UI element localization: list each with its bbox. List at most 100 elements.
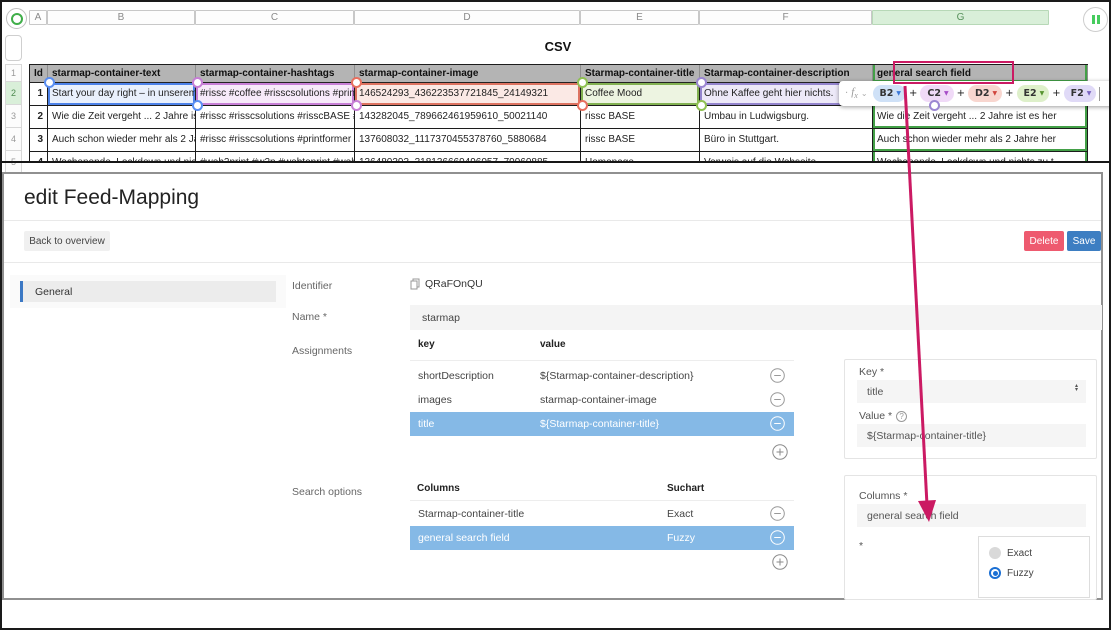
- token-dropdown-icon[interactable]: ▼: [944, 91, 949, 97]
- radio-option-exact[interactable]: Exact: [989, 547, 1032, 559]
- selection-handle-icon[interactable]: [577, 100, 588, 111]
- suchart-radio-group: Exact Fuzzy: [978, 536, 1090, 598]
- cell-description-row3[interactable]: Büro in Stuttgart.: [700, 129, 873, 152]
- formula-token-B2[interactable]: B2▼: [873, 85, 906, 102]
- cell-image-row1[interactable]: 146524293_436223537721845_24149321: [355, 83, 581, 106]
- selection-handle-icon[interactable]: [192, 100, 203, 111]
- key-label: Key *: [859, 366, 884, 378]
- cell-id-row3[interactable]: 3: [30, 129, 48, 152]
- name-field[interactable]: starmap: [410, 305, 1102, 330]
- radio-option-fuzzy[interactable]: Fuzzy: [989, 567, 1034, 579]
- feed-mapping-panel: edit Feed-Mapping Back to overview Delet…: [2, 172, 1103, 600]
- cell-image-row2[interactable]: 143282045_789662461959610_50021140: [355, 106, 581, 129]
- cell-image-row3[interactable]: 137608032_1117370455378760_5880684: [355, 129, 581, 152]
- column-header-hashtags[interactable]: starmap-container-hashtags: [196, 65, 355, 83]
- section-divider: [2, 161, 1111, 163]
- cell-title-row1[interactable]: Coffee Mood: [581, 83, 700, 106]
- divider: [4, 262, 1101, 263]
- table-row[interactable]: shortDescription${Starmap-container-desc…: [410, 364, 794, 388]
- help-icon[interactable]: ?: [896, 411, 907, 422]
- selection-handle-icon[interactable]: [696, 100, 707, 111]
- column-letter-F[interactable]: F: [699, 10, 872, 25]
- row-number-2[interactable]: 2: [5, 82, 22, 105]
- radio-icon[interactable]: [989, 567, 1001, 579]
- cell-description-row2[interactable]: Umbau in Ludwigsburg.: [700, 106, 873, 129]
- add-search-option-button[interactable]: [772, 554, 788, 570]
- name-label: Name *: [292, 311, 327, 323]
- save-button[interactable]: Save: [1067, 231, 1101, 251]
- remove-row-button[interactable]: [770, 416, 785, 431]
- cell-title-row2[interactable]: rissc BASE: [581, 106, 700, 129]
- cell-text-row3[interactable]: Auch schon wieder mehr als 2 Jah: [48, 129, 196, 152]
- column-letter-C[interactable]: C: [195, 10, 354, 25]
- column-letter-B[interactable]: B: [47, 10, 195, 25]
- search-detail-card: Columns * general search field * ExactFu…: [844, 475, 1097, 600]
- divider: [4, 220, 1101, 221]
- remove-row-button[interactable]: [770, 506, 785, 521]
- value-field[interactable]: ${Starmap-container-title}: [857, 424, 1086, 447]
- cell-hashtags-row3[interactable]: #rissc #risscsolutions #printformer #p: [196, 129, 355, 152]
- column-letter-E[interactable]: E: [580, 10, 699, 25]
- formula-token-C2[interactable]: C2▼: [920, 85, 953, 102]
- token-dropdown-icon[interactable]: ▼: [1087, 91, 1092, 97]
- cell-hashtags-row1[interactable]: #rissc #coffee #risscsolutions #printfo: [196, 83, 355, 106]
- row-number-1[interactable]: 1: [5, 64, 22, 82]
- page-title: edit Feed-Mapping: [24, 186, 199, 210]
- table-row[interactable]: imagesstarmap-container-image: [410, 388, 794, 412]
- row-number-4[interactable]: 4: [5, 128, 22, 151]
- formula-operator: +: [957, 88, 965, 99]
- token-dropdown-icon[interactable]: ▼: [993, 91, 998, 97]
- table-row[interactable]: Starmap-container-titleExact: [410, 502, 794, 526]
- fx-icon: fx: [851, 86, 858, 100]
- column-header-title[interactable]: Starmap-container-title: [581, 65, 700, 83]
- cell-title-row3[interactable]: rissc BASE: [581, 129, 700, 152]
- column-letter-G[interactable]: G: [872, 10, 1049, 25]
- cell-text-row2[interactable]: Wie die Zeit vergeht ... 2 Jahre ist: [48, 106, 196, 129]
- remove-row-button[interactable]: [770, 530, 785, 545]
- row-number-3[interactable]: 3: [5, 105, 22, 128]
- table-handle-icon[interactable]: [6, 8, 27, 29]
- radio-icon[interactable]: [989, 547, 1001, 559]
- back-to-overview-button[interactable]: Back to overview: [24, 231, 110, 251]
- key-select[interactable]: title ▴▾: [857, 380, 1086, 403]
- table-row[interactable]: title${Starmap-container-title}: [410, 412, 794, 436]
- divider: [410, 500, 794, 501]
- token-dropdown-icon[interactable]: ▼: [896, 91, 901, 97]
- sidebar-item-general[interactable]: General: [20, 281, 276, 302]
- cell-search-row2[interactable]: Wie die Zeit vergeht ... 2 Jahre ist es …: [873, 106, 1088, 129]
- formula-token-F2[interactable]: F2▼: [1064, 85, 1097, 102]
- selection-handle-icon[interactable]: [192, 77, 203, 88]
- delete-button[interactable]: Delete: [1024, 231, 1064, 251]
- screenshot-root: ABCDEFG CSV 12345 Idstarmap-container-te…: [0, 0, 1111, 630]
- selection-handle-icon[interactable]: [351, 100, 362, 111]
- copy-icon[interactable]: [410, 278, 420, 290]
- token-dropdown-icon[interactable]: ▼: [1040, 91, 1045, 97]
- selection-handle-icon[interactable]: [44, 77, 55, 88]
- formula-editor[interactable]: · fx ⌄ B2▼+C2▼+D2▼+E2▼+F2▼: [839, 81, 1111, 106]
- column-letter-D[interactable]: D: [354, 10, 580, 25]
- text-cursor: [1099, 87, 1100, 101]
- column-header-image[interactable]: starmap-container-image: [355, 65, 581, 83]
- selection-handle-icon[interactable]: [696, 77, 707, 88]
- remove-row-button[interactable]: [770, 368, 785, 383]
- selection-handle-icon[interactable]: [929, 100, 940, 111]
- selection-handle-icon[interactable]: [351, 77, 362, 88]
- cell-text-row1[interactable]: Start your day right – in unserem R: [48, 83, 196, 106]
- cell-id-row2[interactable]: 2: [30, 106, 48, 129]
- formula-token-D2[interactable]: D2▼: [968, 85, 1002, 102]
- selection-handle-icon[interactable]: [577, 77, 588, 88]
- row-number-header: [5, 35, 22, 61]
- cell-hashtags-row2[interactable]: #rissc #risscsolutions #risscBASE #lu: [196, 106, 355, 129]
- columns-field[interactable]: general search field: [857, 504, 1086, 527]
- formula-token-E2[interactable]: E2▼: [1017, 85, 1050, 102]
- chevron-down-icon[interactable]: ⌄: [861, 89, 868, 98]
- column-letter-A[interactable]: A: [29, 10, 47, 25]
- add-assignment-button[interactable]: [772, 444, 788, 460]
- column-actions-button[interactable]: [1083, 7, 1108, 32]
- column-header-text[interactable]: starmap-container-text: [48, 65, 196, 83]
- remove-row-button[interactable]: [770, 392, 785, 407]
- columns-label: Columns *: [859, 490, 907, 502]
- table-row[interactable]: general search fieldFuzzy: [410, 526, 794, 550]
- cell-search-row3[interactable]: Auch schon wieder mehr als 2 Jahre her: [873, 129, 1088, 152]
- divider: [410, 360, 794, 361]
